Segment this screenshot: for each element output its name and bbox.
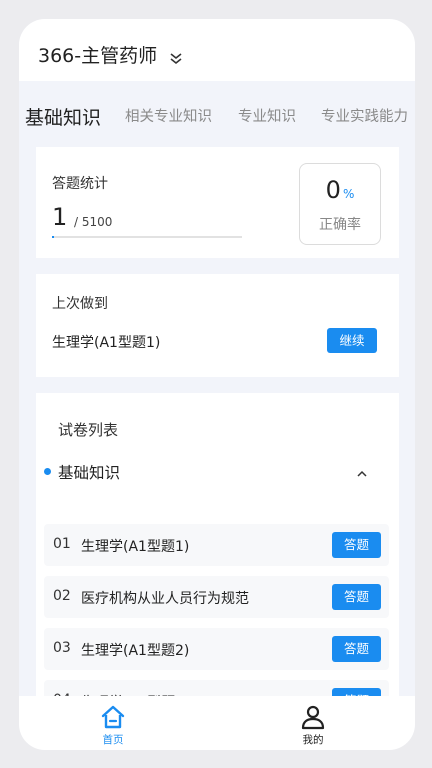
nav-home-label: 首页	[102, 734, 124, 746]
answered-count: 1	[52, 203, 68, 231]
tab-professional-knowledge[interactable]: 专业知识	[238, 105, 296, 126]
answer-button[interactable]: 答题	[332, 584, 381, 610]
item-number: 02	[53, 588, 71, 604]
progress-fill	[52, 236, 54, 238]
accuracy-unit: %	[342, 187, 355, 201]
home-icon	[100, 704, 126, 730]
list-item: 01 生理学(A1型题1) 答题	[44, 524, 389, 566]
stats-label: 答题统计	[52, 176, 108, 192]
item-name: 医疗机构从业人员行为规范	[81, 591, 249, 607]
section-dot	[44, 468, 51, 475]
chevron-up-icon[interactable]	[356, 465, 368, 477]
item-number: 01	[53, 536, 71, 552]
item-name: 生理学(A1型题1)	[81, 539, 190, 555]
item-number: 03	[53, 640, 71, 656]
accuracy-label: 正确率	[319, 217, 361, 233]
nav-mine[interactable]: 我的	[283, 704, 343, 747]
bottom-nav: 首页 我的	[19, 696, 415, 750]
app-screen: 366-主管药师 基础知识 相关专业知识 专业知识 专业实践能力 答题统计 1 …	[19, 19, 415, 750]
answer-button[interactable]: 答题	[332, 636, 381, 662]
item-name: 生理学(A1型题2)	[81, 643, 190, 659]
last-done-item: 生理学(A1型题1)	[52, 335, 161, 351]
chevron-down-icon	[169, 48, 183, 64]
last-done-title: 上次做到	[52, 296, 108, 312]
tab-related-knowledge[interactable]: 相关专业知识	[125, 105, 212, 126]
section-header[interactable]: 基础知识	[44, 459, 389, 485]
continue-button[interactable]: 继续	[327, 328, 377, 353]
answer-button[interactable]: 答题	[332, 532, 381, 558]
list-item: 03 生理学(A1型题2) 答题	[44, 628, 389, 670]
accuracy-value: 0%	[300, 176, 380, 204]
tab-basic-knowledge[interactable]: 基础知识	[25, 103, 101, 130]
tab-practice-ability[interactable]: 专业实践能力	[321, 105, 408, 126]
user-icon	[300, 704, 326, 730]
subject-tabs: 基础知识 相关专业知识 专业知识 专业实践能力	[19, 81, 415, 143]
accuracy-box: 0% 正确率	[299, 163, 381, 245]
paper-list-title: 试卷列表	[58, 421, 119, 439]
exam-selector[interactable]: 366-主管药师	[38, 41, 183, 68]
nav-mine-label: 我的	[302, 734, 324, 746]
nav-home[interactable]: 首页	[83, 704, 143, 747]
accuracy-number: 0	[325, 176, 341, 204]
stats-card: 答题统计 1 / 5100 0% 正确率	[36, 147, 399, 258]
last-done-card: 上次做到 生理学(A1型题1) 继续	[36, 274, 399, 377]
exam-title: 366-主管药师	[38, 45, 158, 67]
total-count: / 5100	[74, 215, 113, 229]
top-bar: 366-主管药师	[19, 19, 415, 81]
list-item: 02 医疗机构从业人员行为规范 答题	[44, 576, 389, 618]
section-name: 基础知识	[58, 464, 121, 482]
paper-list-card: 试卷列表 基础知识 01 生理学(A1型题1) 答题 02 医疗机构从业人员行为…	[36, 393, 399, 722]
progress-bar	[52, 236, 242, 238]
